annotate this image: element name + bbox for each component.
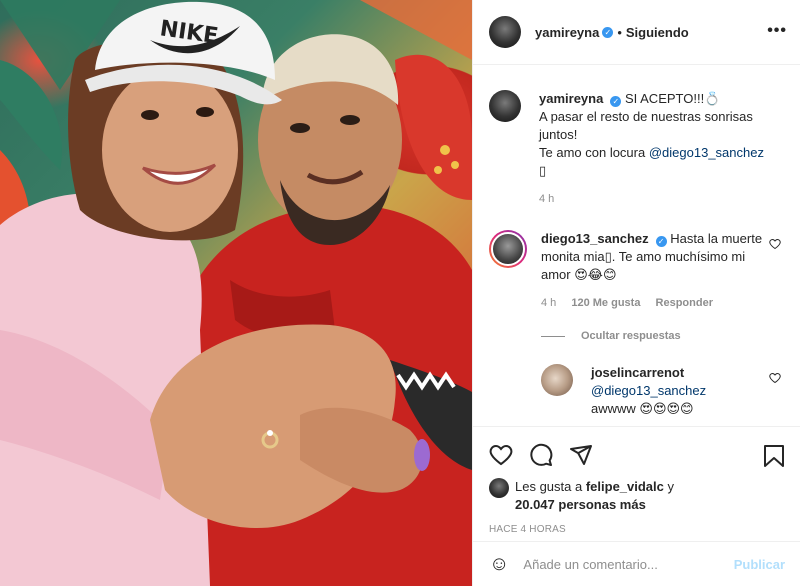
emoji-icon[interactable]: ☺	[489, 553, 509, 576]
following-button[interactable]: Siguiendo	[626, 25, 689, 40]
caption-text-1: SI ACEPTO!!!💍	[624, 91, 721, 106]
caption-avatar[interactable]	[489, 90, 521, 122]
publish-button[interactable]: Publicar	[734, 557, 785, 572]
author-username[interactable]: yamireyna	[535, 25, 599, 40]
like-reply-heart-icon[interactable]	[769, 372, 781, 384]
liker-avatar[interactable]	[489, 478, 509, 498]
more-options-icon[interactable]: •••	[767, 22, 787, 40]
reply-button[interactable]: Responder	[656, 297, 713, 309]
separator-dot: •	[617, 24, 622, 40]
save-bookmark-icon[interactable]	[763, 444, 785, 468]
reply-avatar[interactable]	[541, 364, 573, 396]
comment-username[interactable]: diego13_sanchez	[541, 231, 649, 246]
likes-summary: Les gusta a felipe_vidalc y 20.047 perso…	[489, 478, 785, 514]
caption-text-2: A pasar el resto de nuestras sonrisas ju…	[539, 109, 753, 142]
instagram-post: NIKE yamireyna ✓ • Siguiendo ••• yamirey	[0, 0, 800, 586]
comment-time[interactable]: 4 h	[541, 297, 556, 309]
caption-text-3: Te amo con locura	[539, 145, 646, 160]
replies-line	[541, 335, 565, 337]
post-header: yamireyna ✓ • Siguiendo •••	[473, 0, 800, 65]
reply-item: joselincarrenot @diego13_sanchez awwww 😍…	[541, 364, 785, 418]
likes-count[interactable]: 20.047 personas más	[515, 497, 646, 512]
comments-list[interactable]: yamireyna ✓ SI ACEPTO!!!💍 A pasar el rest…	[473, 66, 800, 426]
action-icons	[489, 435, 785, 475]
caption-username[interactable]: yamireyna	[539, 91, 603, 106]
comment-item: diego13_sanchez ✓ Hasta la muerte monita …	[489, 230, 785, 312]
comment-input[interactable]	[523, 556, 734, 572]
hide-replies-button[interactable]: Ocultar respuestas	[541, 330, 785, 342]
liker-username[interactable]: felipe_vidalc	[586, 479, 664, 494]
comment-likes[interactable]: 120 Me gusta	[571, 297, 640, 309]
author-avatar[interactable]	[489, 16, 521, 48]
add-comment-bar: ☺ Publicar	[473, 541, 800, 586]
like-comment-heart-icon[interactable]	[769, 238, 781, 250]
reply-username[interactable]: joselincarrenot	[591, 365, 684, 380]
reply-text: awwww 😍😍😍😊	[591, 401, 694, 416]
caption: yamireyna ✓ SI ACEPTO!!!💍 A pasar el rest…	[489, 90, 785, 208]
story-ring-avatar[interactable]	[489, 230, 527, 268]
caption-text-4: ▯	[539, 163, 547, 178]
reply-mention-link[interactable]: @diego13_sanchez	[591, 383, 706, 398]
share-send-icon[interactable]	[569, 443, 593, 467]
caption-time[interactable]: 4 h	[539, 193, 554, 205]
comment-bubble-icon[interactable]	[529, 443, 553, 467]
verified-icon: ✓	[655, 236, 667, 247]
hide-replies-label: Ocultar respuestas	[581, 330, 681, 342]
verified-icon: ✓	[602, 26, 614, 38]
post-actions: Les gusta a felipe_vidalc y 20.047 perso…	[473, 426, 800, 535]
likes-connector: y	[667, 479, 675, 494]
post-timestamp[interactable]: HACE 4 HORAS	[489, 524, 785, 535]
photo-illustration: NIKE	[0, 0, 472, 586]
caption-mention-link[interactable]: @diego13_sanchez	[649, 145, 764, 160]
likes-prefix: Les gusta a	[515, 479, 583, 494]
post-photo[interactable]: NIKE	[0, 0, 472, 586]
like-heart-icon[interactable]	[489, 443, 513, 467]
post-side-panel: yamireyna ✓ • Siguiendo ••• yamireyna ✓ S…	[472, 0, 800, 586]
verified-icon: ✓	[610, 96, 622, 107]
